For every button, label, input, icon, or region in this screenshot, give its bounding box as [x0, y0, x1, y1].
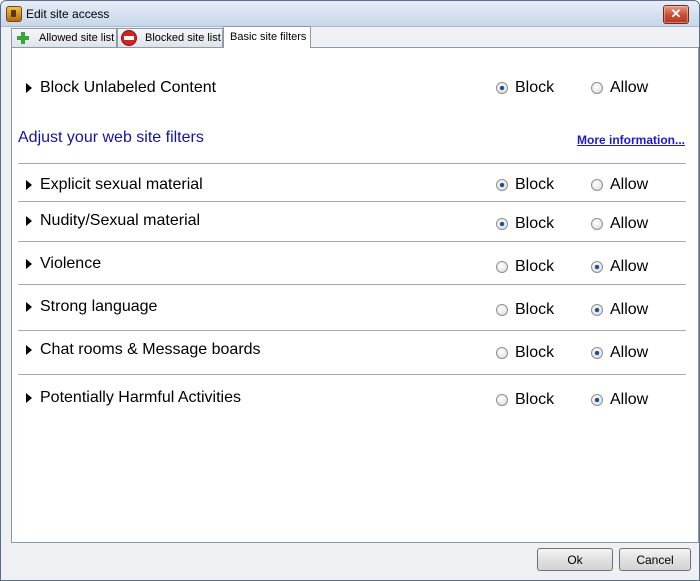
expand-arrow-icon[interactable] [26, 393, 32, 403]
tab-label: Allowed site list [39, 32, 115, 44]
cancel-button[interactable]: Cancel [619, 548, 691, 571]
filter-label: Potentially Harmful Activities [40, 389, 241, 406]
allow-radio[interactable] [591, 304, 603, 316]
filter-label: Explicit sexual material [40, 176, 203, 193]
filter-row-strong-language: Strong language Block Allow [18, 294, 686, 322]
expand-arrow-icon[interactable] [26, 259, 32, 269]
filter-label: Violence [40, 255, 102, 272]
allow-radio-label[interactable]: Allow [610, 176, 648, 194]
allow-radio[interactable] [591, 82, 603, 94]
filter-row-potentially-harmful-activities: Potentially Harmful Activities Block All… [18, 385, 686, 413]
block-radio[interactable] [496, 304, 508, 316]
title-bar: Edit site access ✕ [1, 1, 699, 27]
divider [18, 241, 686, 242]
allow-radio-label[interactable]: Allow [610, 301, 648, 319]
block-radio[interactable] [496, 218, 508, 230]
filter-label: Strong language [40, 298, 158, 315]
filter-label: Chat rooms & Message boards [40, 341, 261, 358]
filters-section-heading: Adjust your web site filters [18, 129, 204, 146]
ok-button[interactable]: Ok [537, 548, 613, 571]
block-radio-label[interactable]: Block [515, 344, 554, 362]
basic-site-filters-panel: Block Unlabeled Content Block Allow Adju… [11, 47, 699, 543]
allow-radio[interactable] [591, 261, 603, 273]
block-radio-label[interactable]: Block [515, 215, 554, 233]
divider [18, 163, 686, 164]
expand-arrow-icon[interactable] [26, 345, 32, 355]
block-icon [121, 30, 137, 46]
filter-row-nudity-sexual-material: Nudity/Sexual material Block Allow [18, 208, 686, 236]
divider [18, 330, 686, 331]
tab-label: Basic site filters [230, 31, 307, 43]
close-button[interactable]: ✕ [663, 5, 689, 24]
more-information-link[interactable]: More information... [577, 133, 685, 147]
tab-basic-site-filters[interactable]: Basic site filters [223, 26, 311, 48]
filter-row-unlabeled-content: Block Unlabeled Content Block Allow [18, 75, 686, 103]
block-radio[interactable] [496, 179, 508, 191]
edit-site-access-dialog: Edit site access ✕ Allowed site list Blo… [0, 0, 700, 581]
allow-radio-label[interactable]: Allow [610, 344, 648, 362]
tab-label: Blocked site list [145, 32, 221, 44]
block-radio-label[interactable]: Block [515, 79, 554, 97]
filter-row-chat-rooms-message-boards: Chat rooms & Message boards Block Allow [18, 337, 686, 365]
block-radio[interactable] [496, 394, 508, 406]
expand-arrow-icon[interactable] [26, 302, 32, 312]
divider [18, 201, 686, 202]
expand-arrow-icon[interactable] [26, 216, 32, 226]
filter-row-violence: Violence Block Allow [18, 251, 686, 279]
filter-row-explicit-sexual-material: Explicit sexual material Block Allow [18, 172, 686, 200]
close-icon: ✕ [670, 6, 682, 21]
tab-allowed-site-list[interactable]: Allowed site list [11, 28, 117, 47]
block-radio-label[interactable]: Block [515, 176, 554, 194]
window-title: Edit site access [26, 7, 110, 21]
block-radio-label[interactable]: Block [515, 301, 554, 319]
block-radio-label[interactable]: Block [515, 258, 554, 276]
expand-arrow-icon[interactable] [26, 83, 32, 93]
block-radio[interactable] [496, 82, 508, 94]
divider [18, 284, 686, 285]
filter-label: Nudity/Sexual material [40, 212, 201, 229]
block-radio-label[interactable]: Block [515, 391, 554, 409]
allow-radio[interactable] [591, 218, 603, 230]
block-radio[interactable] [496, 347, 508, 359]
allow-radio-label[interactable]: Allow [610, 391, 648, 409]
expand-arrow-icon[interactable] [26, 180, 32, 190]
plus-icon [17, 32, 29, 44]
app-icon [6, 6, 22, 22]
allow-radio-label[interactable]: Allow [610, 258, 648, 276]
allow-radio[interactable] [591, 179, 603, 191]
allow-radio-label[interactable]: Allow [610, 79, 648, 97]
divider [18, 374, 686, 375]
tab-blocked-site-list[interactable]: Blocked site list [117, 28, 223, 47]
allow-radio-label[interactable]: Allow [610, 215, 648, 233]
filter-label: Block Unlabeled Content [40, 79, 217, 96]
allow-radio[interactable] [591, 347, 603, 359]
block-radio[interactable] [496, 261, 508, 273]
allow-radio[interactable] [591, 394, 603, 406]
